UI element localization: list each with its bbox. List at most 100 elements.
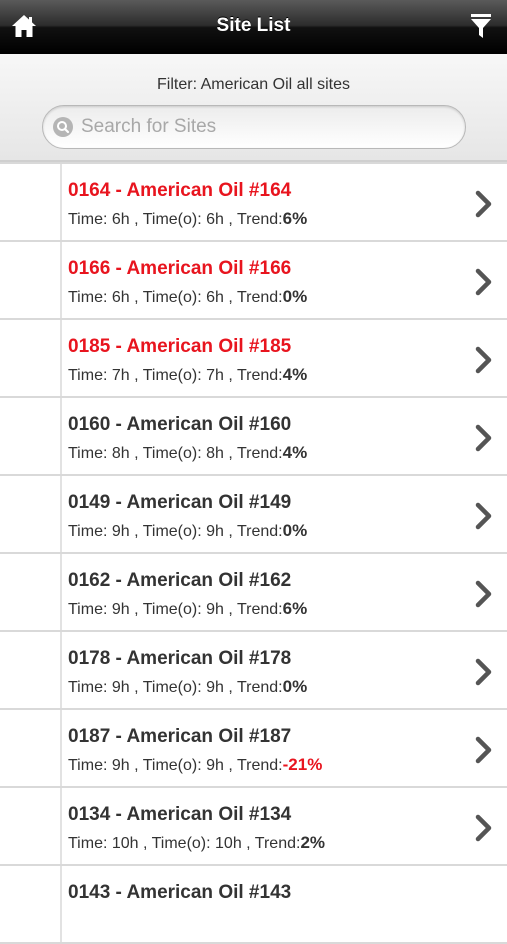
time-label: Time:	[68, 289, 108, 306]
site-name: 0178 - American Oil #178	[68, 648, 292, 669]
site-name: 0134 - American Oil #134	[68, 804, 292, 825]
trend-label: Trend:	[236, 601, 283, 618]
site-list-item[interactable]: 0178 - American Oil #178 Time: 9h , Time(…	[0, 632, 507, 710]
chevron-right-icon[interactable]	[473, 268, 495, 296]
time-label: Time:	[68, 445, 108, 462]
site-list-item[interactable]: 0187 - American Oil #187 Time: 9h , Time(…	[0, 710, 507, 788]
trend-value: 0%	[282, 521, 308, 540]
site-name: 0149 - American Oil #149	[68, 492, 292, 513]
time-o-label: Time(o):	[142, 523, 202, 540]
trend-value: 2%	[300, 833, 326, 852]
chevron-right-icon[interactable]	[473, 424, 495, 452]
site-name: 0166 - American Oil #166	[68, 258, 292, 279]
row-status-gutter	[0, 554, 62, 630]
site-metrics: Time: 9h , Time(o): 9h , Trend:0%	[68, 677, 308, 696]
site-name: 0160 - American Oil #160	[68, 414, 292, 435]
chevron-right-icon[interactable]	[473, 502, 495, 530]
trend-label: Trend:	[236, 289, 283, 306]
trend-label: Trend:	[254, 835, 301, 852]
chevron-right-icon[interactable]	[473, 580, 495, 608]
time-label: Time:	[68, 211, 108, 228]
time-value: 6h	[111, 289, 130, 306]
site-metrics: Time: 6h , Time(o): 6h , Trend:0%	[68, 287, 308, 306]
row-status-gutter	[0, 866, 62, 942]
search-icon	[53, 117, 73, 137]
search-input[interactable]	[81, 106, 451, 148]
site-list-item[interactable]: 0149 - American Oil #149 Time: 9h , Time(…	[0, 476, 507, 554]
trend-value: 0%	[282, 677, 308, 696]
site-list-item[interactable]: 0164 - American Oil #164 Time: 6h , Time(…	[0, 162, 507, 242]
site-name: 0162 - American Oil #162	[68, 570, 292, 591]
time-label: Time:	[68, 601, 108, 618]
time-o-value: 9h	[206, 601, 224, 618]
site-list-item[interactable]: 0166 - American Oil #166 Time: 6h , Time(…	[0, 242, 507, 320]
row-status-gutter	[0, 710, 62, 786]
trend-label: Trend:	[236, 523, 283, 540]
time-label: Time:	[68, 757, 108, 774]
site-metrics: Time: 9h , Time(o): 9h , Trend:6%	[68, 599, 308, 618]
trend-label: Trend:	[236, 757, 283, 774]
site-metrics: Time: 9h , Time(o): 9h , Trend:-21%	[68, 755, 323, 774]
site-list-item[interactable]: 0143 - American Oil #143	[0, 866, 507, 944]
chevron-right-icon[interactable]	[473, 658, 495, 686]
time-label: Time:	[68, 367, 108, 384]
time-o-label: Time(o):	[142, 679, 202, 696]
time-o-label: Time(o):	[142, 211, 202, 228]
site-list-item[interactable]: 0185 - American Oil #185 Time: 7h , Time(…	[0, 320, 507, 398]
funnel-filter-icon[interactable]	[469, 12, 493, 40]
time-o-label: Time(o):	[142, 289, 202, 306]
filter-label: Filter: American Oil all sites	[157, 76, 350, 93]
row-status-gutter	[0, 320, 62, 396]
time-label: Time:	[68, 679, 108, 696]
time-o-label: Time(o):	[142, 601, 202, 618]
time-o-value: 10h	[215, 835, 242, 852]
time-value: 6h	[111, 211, 130, 228]
row-status-gutter	[0, 788, 62, 864]
trend-value: 4%	[282, 443, 308, 462]
site-list: 0164 - American Oil #164 Time: 6h , Time(…	[0, 162, 507, 944]
time-o-value: 9h	[206, 523, 224, 540]
time-o-label: Time(o):	[151, 835, 211, 852]
time-value: 9h	[111, 601, 130, 618]
chevron-right-icon[interactable]	[473, 736, 495, 764]
site-name: 0143 - American Oil #143	[68, 882, 292, 903]
trend-value: 6%	[282, 209, 308, 228]
trend-label: Trend:	[236, 211, 283, 228]
trend-label: Trend:	[236, 679, 283, 696]
time-value: 7h	[111, 367, 130, 384]
time-o-value: 9h	[206, 679, 224, 696]
site-metrics: Time: 10h , Time(o): 10h , Trend:2%	[68, 833, 326, 852]
trend-label: Trend:	[236, 445, 283, 462]
time-o-value: 6h	[206, 289, 224, 306]
site-name: 0187 - American Oil #187	[68, 726, 292, 747]
site-metrics: Time: 9h , Time(o): 9h , Trend:0%	[68, 521, 308, 540]
time-value: 10h	[111, 835, 139, 852]
site-list-item[interactable]: 0162 - American Oil #162 Time: 9h , Time(…	[0, 554, 507, 632]
time-o-value: 6h	[206, 211, 224, 228]
time-value: 9h	[111, 757, 130, 774]
search-box[interactable]	[42, 105, 466, 149]
trend-label: Trend:	[236, 367, 283, 384]
trend-value: 4%	[282, 365, 308, 384]
top-navigation-bar: Site List	[0, 0, 507, 54]
chevron-right-icon[interactable]	[473, 190, 495, 218]
chevron-right-icon[interactable]	[473, 346, 495, 374]
time-label: Time:	[68, 523, 108, 540]
time-o-label: Time(o):	[142, 445, 202, 462]
time-value: 9h	[111, 679, 130, 696]
row-status-gutter	[0, 398, 62, 474]
row-status-gutter	[0, 242, 62, 318]
row-status-gutter	[0, 164, 62, 240]
page-title: Site List	[216, 15, 291, 36]
time-value: 9h	[111, 523, 130, 540]
site-list-item[interactable]: 0134 - American Oil #134 Time: 10h , Time…	[0, 788, 507, 866]
time-value: 8h	[111, 445, 130, 462]
time-o-value: 8h	[206, 445, 224, 462]
row-status-gutter	[0, 476, 62, 552]
time-o-label: Time(o):	[142, 367, 202, 384]
site-list-item[interactable]: 0160 - American Oil #160 Time: 8h , Time(…	[0, 398, 507, 476]
chevron-right-icon[interactable]	[473, 814, 495, 842]
time-o-label: Time(o):	[142, 757, 202, 774]
time-o-value: 7h	[206, 367, 224, 384]
time-label: Time:	[68, 835, 108, 852]
